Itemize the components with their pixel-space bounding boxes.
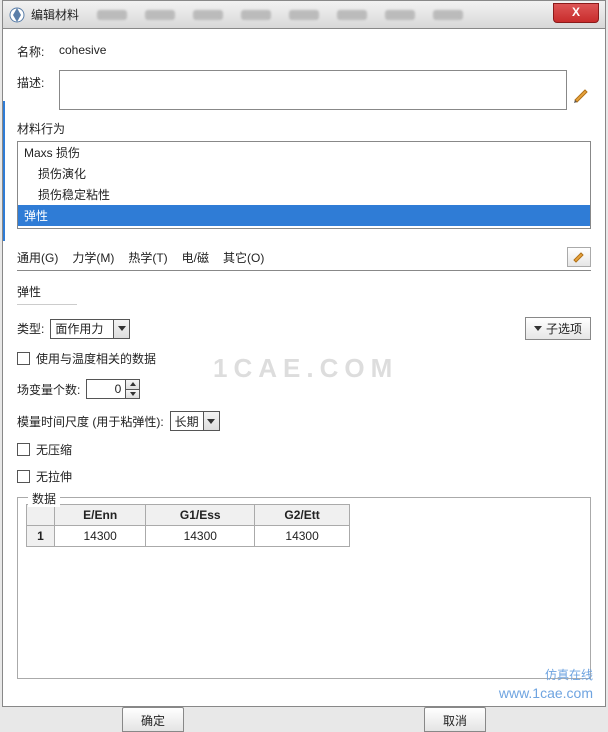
row-num-header — [27, 505, 55, 526]
name-label: 名称: — [17, 39, 59, 60]
behavior-item[interactable]: Maxs 损伤 — [18, 142, 590, 163]
table-row[interactable]: 1 14300 14300 14300 — [27, 526, 350, 547]
tab-general[interactable]: 通用(G) — [17, 249, 58, 266]
behavior-label: 材料行为 — [17, 120, 591, 137]
app-icon — [9, 7, 25, 23]
desc-label: 描述: — [17, 70, 59, 91]
data-group: 数据 E/Enn G1/Ess G2/Ett 1 14300 14300 143… — [17, 497, 591, 679]
type-value: 面作用力 — [55, 320, 103, 337]
suboptions-button[interactable]: 子选项 — [525, 317, 591, 340]
col-header: E/Enn — [55, 505, 146, 526]
chevron-down-icon — [113, 320, 129, 338]
behavior-item-selected[interactable]: 弹性 — [18, 205, 590, 226]
tabs-row: 通用(G) 力学(M) 热学(T) 电/磁 其它(O) — [17, 247, 591, 271]
table-header-row: E/Enn G1/Ess G2/Ett — [27, 505, 350, 526]
data-legend: 数据 — [28, 490, 60, 507]
col-header: G1/Ess — [146, 505, 255, 526]
behavior-item[interactable]: 损伤稳定粘性 — [18, 184, 590, 205]
type-select[interactable]: 面作用力 — [50, 319, 130, 339]
field-vars-value: 0 — [87, 380, 125, 398]
table-cell[interactable]: 14300 — [146, 526, 255, 547]
description-input[interactable] — [59, 70, 567, 110]
close-button[interactable]: X — [553, 3, 599, 23]
row-number: 1 — [27, 526, 55, 547]
table-cell[interactable]: 14300 — [55, 526, 146, 547]
table-cell[interactable]: 14300 — [255, 526, 350, 547]
suboptions-label: 子选项 — [546, 320, 582, 337]
tab-other[interactable]: 其它(O) — [223, 249, 264, 266]
tab-thermal[interactable]: 热学(T) — [128, 249, 167, 266]
window-title: 编辑材料 — [31, 6, 79, 23]
spinner-down-icon[interactable] — [126, 390, 139, 399]
elastic-heading: 弹性 — [17, 283, 77, 305]
tab-mechanics[interactable]: 力学(M) — [72, 249, 114, 266]
pencil-icon — [572, 250, 586, 264]
col-header: G2/Ett — [255, 505, 350, 526]
behavior-list[interactable]: Maxs 损伤 损伤演化 损伤稳定粘性 弹性 — [17, 141, 591, 229]
data-table[interactable]: E/Enn G1/Ess G2/Ett 1 14300 14300 14300 — [26, 504, 350, 547]
temp-data-label: 使用与温度相关的数据 — [36, 350, 156, 367]
no-tension-checkbox[interactable] — [17, 470, 30, 483]
tab-em[interactable]: 电/磁 — [182, 249, 209, 266]
no-compression-label: 无压缩 — [36, 441, 72, 458]
type-label: 类型: — [17, 320, 44, 337]
no-compression-checkbox[interactable] — [17, 443, 30, 456]
temp-data-checkbox[interactable] — [17, 352, 30, 365]
titlebar: 编辑材料 X — [3, 1, 605, 29]
chevron-down-icon — [203, 412, 219, 430]
ok-button[interactable]: 确定 — [122, 707, 184, 732]
edit-tabs-button[interactable] — [567, 247, 591, 267]
name-value: cohesive — [59, 39, 106, 57]
field-vars-label: 场变量个数: — [17, 381, 80, 398]
field-vars-spinner[interactable]: 0 — [86, 379, 140, 399]
cancel-button[interactable]: 取消 — [424, 707, 486, 732]
edit-description-icon[interactable] — [573, 86, 591, 104]
no-tension-label: 无拉伸 — [36, 468, 72, 485]
left-edge-marker — [3, 101, 5, 241]
modulus-time-value: 长期 — [175, 413, 199, 430]
menubar-placeholder — [97, 10, 463, 20]
modulus-time-label: 模量时间尺度 (用于粘弹性): — [17, 413, 164, 430]
modulus-time-select[interactable]: 长期 — [170, 411, 220, 431]
behavior-item[interactable]: 损伤演化 — [18, 163, 590, 184]
spinner-up-icon[interactable] — [126, 380, 139, 390]
